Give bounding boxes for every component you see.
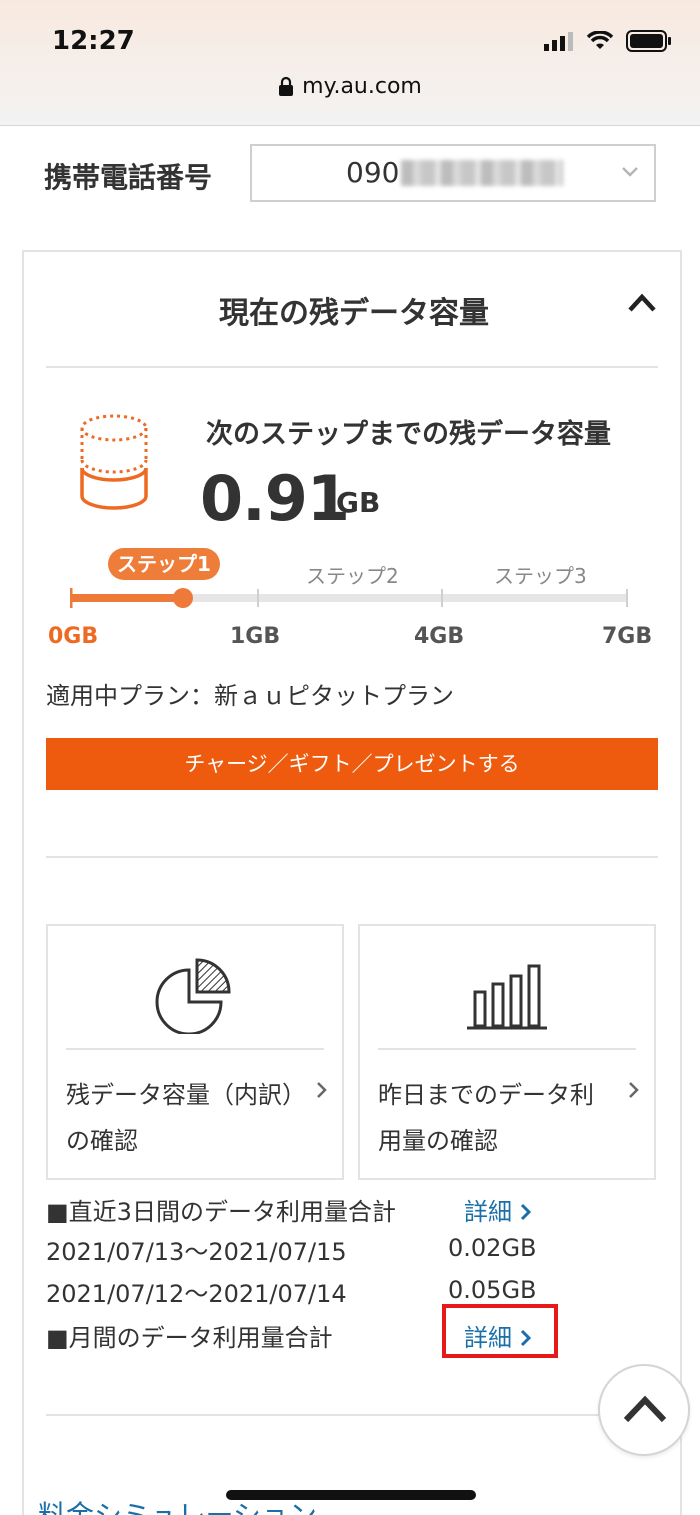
recent-detail-label: 詳細 [464,1198,512,1226]
usage-period: 2021/07/12〜2021/07/14 [46,1280,347,1308]
battery-icon [626,30,671,52]
chevron-right-icon [629,1082,639,1098]
phone-number-select[interactable]: 090 [250,144,656,202]
chevron-up-icon [623,1395,667,1423]
tile-divider [378,1048,636,1050]
chevron-up-icon[interactable] [626,292,658,314]
next-step-title: 次のステップまでの残データ容量 [206,419,611,450]
tick-4gb: 4GB [414,624,465,649]
divider [46,366,658,368]
divider [46,856,658,858]
status-time: 12:27 [52,26,135,56]
usage-period: 2021/07/13〜2021/07/15 [46,1238,347,1266]
step3-label: ステップ3 [494,564,587,588]
chevron-right-icon [317,1082,327,1098]
signal-icon [544,32,573,51]
card-title: 現在の残データ容量 [219,296,489,331]
scroll-to-top-button[interactable] [598,1364,690,1456]
masked-number [401,160,564,186]
bar-chart-icon [467,964,547,1030]
home-indicator [226,1490,476,1500]
gauge-knob [173,588,193,608]
url-text: my.au.com [302,74,422,99]
chevron-down-icon [622,167,638,177]
divider [46,1414,658,1416]
data-step-gauge [70,588,628,608]
tile-divider [66,1048,324,1050]
current-plan: 適用中プラン：新ａｕピタットプラン [46,682,454,710]
daily-usage-tile-label: 昨日までのデータ利用量の確認 [378,1081,594,1155]
tick-0gb: 0GB [48,624,99,649]
url-bar[interactable]: my.au.com [0,74,700,99]
phone-number-label: 携帯電話番号 [44,161,213,194]
daily-usage-tile[interactable]: 昨日までのデータ利用量の確認 [358,924,656,1180]
usage-amount: 0.05GB [448,1276,537,1304]
breakdown-tile-label: 残データ容量（内訳）の確認 [66,1081,294,1155]
remaining-data-value: 0.91 [200,462,350,535]
tick-7gb: 7GB [602,624,653,649]
usage-amount: 0.02GB [448,1234,537,1262]
recent-detail-link[interactable]: 詳細 [464,1192,532,1227]
pie-chart-icon [155,958,231,1036]
lock-icon [279,76,294,96]
chevron-right-icon [520,1203,532,1221]
wifi-icon [586,31,614,49]
step2-label: ステップ2 [306,564,399,588]
breakdown-tile[interactable]: 残データ容量（内訳）の確認 [46,924,344,1180]
monthly-usage-heading: ■月間のデータ利用量合計 [46,1324,333,1352]
remaining-data-unit: GB [336,486,381,519]
phone-number-value: 090 [346,156,400,189]
status-icons [544,30,672,52]
recent-usage-heading: ■直近3日間のデータ利用量合計 [46,1198,396,1226]
database-icon [80,414,148,510]
step1-badge: ステップ1 [108,548,220,580]
gauge-fill [70,594,183,602]
charge-gift-button[interactable]: チャージ／ギフト／プレゼントする [46,738,658,790]
tick-1gb: 1GB [230,624,281,649]
highlight-box [442,1304,558,1358]
browser-status-bar: 12:27 my.au.com [0,0,700,126]
